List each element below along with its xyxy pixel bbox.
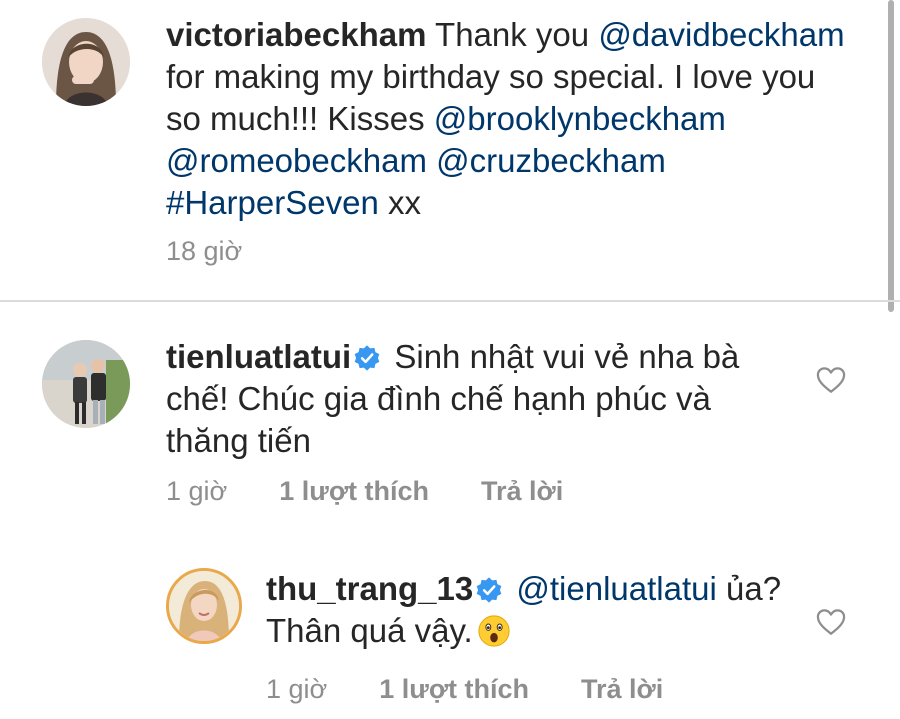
comment-text: thu_trang_13 @tienluatlatui ủa? Thân quá… bbox=[266, 568, 786, 652]
comment-text: tienluatlatui Sinh nhật vui vẻ nha bà ch… bbox=[166, 336, 766, 462]
timestamp[interactable]: 1 giờ bbox=[266, 674, 327, 705]
timestamp[interactable]: 18 giờ bbox=[166, 236, 242, 267]
caption-text-part: Thank you bbox=[435, 16, 590, 53]
verified-badge-icon bbox=[476, 577, 502, 603]
likes-count[interactable]: 1 lượt thích bbox=[379, 674, 529, 705]
astonished-face-emoji-icon bbox=[478, 615, 510, 647]
mention-link[interactable]: @brooklynbeckham bbox=[434, 100, 726, 137]
caption-meta: 18 giờ bbox=[166, 236, 242, 267]
comment-meta: 1 giờ 1 lượt thích Trả lời bbox=[266, 674, 663, 705]
timestamp[interactable]: 1 giờ bbox=[166, 476, 227, 507]
reply-button[interactable]: Trả lời bbox=[581, 674, 663, 705]
reply-button[interactable]: Trả lời bbox=[481, 476, 563, 507]
username[interactable]: victoriabeckham bbox=[166, 16, 426, 53]
caption-text: victoriabeckham Thank you @davidbeckham … bbox=[166, 14, 846, 224]
mention-link[interactable]: @romeobeckham bbox=[166, 142, 427, 179]
username[interactable]: thu_trang_13 bbox=[266, 570, 473, 607]
like-heart-icon[interactable] bbox=[816, 366, 846, 394]
verified-badge-icon bbox=[354, 345, 380, 371]
mention-link[interactable]: @davidbeckham bbox=[598, 16, 844, 53]
avatar[interactable] bbox=[42, 340, 130, 428]
caption-text-part: xx bbox=[387, 184, 421, 221]
likes-count[interactable]: 1 lượt thích bbox=[279, 476, 429, 507]
comment-meta: 1 giờ 1 lượt thích Trả lời bbox=[166, 476, 563, 507]
username[interactable]: tienluatlatui bbox=[166, 338, 351, 375]
mention-link[interactable]: @cruzbeckham bbox=[436, 142, 666, 179]
like-heart-icon[interactable] bbox=[816, 608, 846, 636]
mention-link[interactable]: @tienluatlatui bbox=[516, 570, 716, 607]
avatar[interactable] bbox=[42, 18, 130, 106]
avatar[interactable] bbox=[166, 568, 242, 644]
hashtag-link[interactable]: #HarperSeven bbox=[166, 184, 379, 221]
scrollbar[interactable] bbox=[888, 0, 894, 312]
divider bbox=[0, 300, 900, 302]
